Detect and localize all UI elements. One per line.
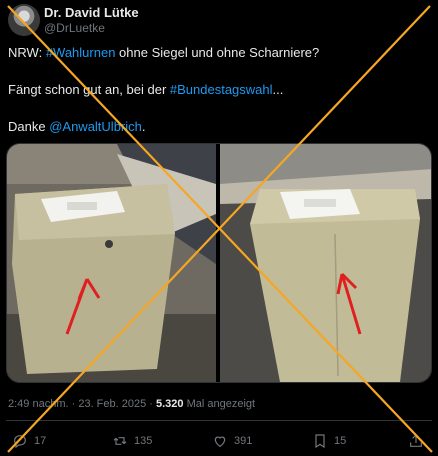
views-count: 5.320 — [156, 398, 184, 410]
ballot-box-left-image — [7, 144, 216, 382]
meta-separator-2: · — [146, 398, 156, 410]
tweet-line-3: Danke @AnwaltUlbrich. — [8, 118, 428, 135]
tweet-line-2-post: ... — [272, 82, 284, 97]
reply-count: 17 — [34, 435, 47, 447]
tweet-meta: 2:49 nachm. · 23. Feb. 2025 · 5.320 Mal … — [8, 398, 255, 410]
repost-count: 135 — [134, 435, 153, 447]
repost-button[interactable]: 135 — [112, 432, 152, 450]
heart-icon — [214, 436, 226, 448]
tweet-date[interactable]: 23. Feb. 2025 — [78, 398, 146, 410]
views-label: Mal angezeigt — [183, 398, 256, 410]
reply-button[interactable]: 17 — [12, 432, 46, 450]
tweet-line-2: Fängt schon gut an, bei der #Bundestagsw… — [8, 81, 428, 98]
tweet-time[interactable]: 2:49 nachm. — [8, 398, 69, 410]
ballot-box-photo-right[interactable] — [220, 144, 431, 382]
tweet-line-2-pre: Fängt schon gut an, bei der — [8, 82, 170, 97]
tweet-line-3-pre: Danke — [8, 119, 50, 134]
tweet-line-1-rest: ohne Siegel und ohne Scharniere? — [115, 45, 320, 60]
share-button[interactable] — [408, 432, 424, 450]
avatar[interactable] — [8, 4, 40, 36]
share-icon — [410, 434, 422, 447]
repost-icon — [113, 437, 127, 445]
divider — [6, 420, 432, 421]
hashtag-wahlurnen[interactable]: #Wahlurnen — [46, 45, 116, 60]
tweet-line-1-label: NRW: — [8, 45, 46, 60]
action-bar: 17 135 391 15 — [8, 432, 430, 452]
bookmark-count: 15 — [334, 435, 347, 447]
meta-separator: · — [68, 398, 79, 410]
mention-anwaltulbrich[interactable]: @AnwaltUlbrich — [49, 119, 142, 134]
tweet-text: NRW: #Wahlurnen ohne Siegel und ohne Sch… — [8, 44, 428, 155]
tweet-header: Dr. David Lütke @DrLuetke — [8, 4, 428, 36]
photo-grid — [6, 143, 432, 383]
ballot-box-photo-left[interactable] — [7, 144, 216, 382]
tweet-line-1: NRW: #Wahlurnen ohne Siegel und ohne Sch… — [8, 44, 428, 61]
ballot-box-right-image — [220, 144, 431, 382]
reply-icon — [14, 435, 26, 449]
bookmark-icon — [315, 434, 325, 449]
bookmark-button[interactable]: 15 — [312, 432, 346, 450]
like-count: 391 — [234, 435, 253, 447]
author-name[interactable]: Dr. David Lütke — [44, 5, 139, 20]
author-handle[interactable]: @DrLuetke — [44, 21, 105, 35]
like-button[interactable]: 391 — [212, 432, 252, 450]
hashtag-bundestagswahl[interactable]: #Bundestagswahl — [170, 82, 273, 97]
tweet-line-3-post: . — [141, 119, 146, 134]
